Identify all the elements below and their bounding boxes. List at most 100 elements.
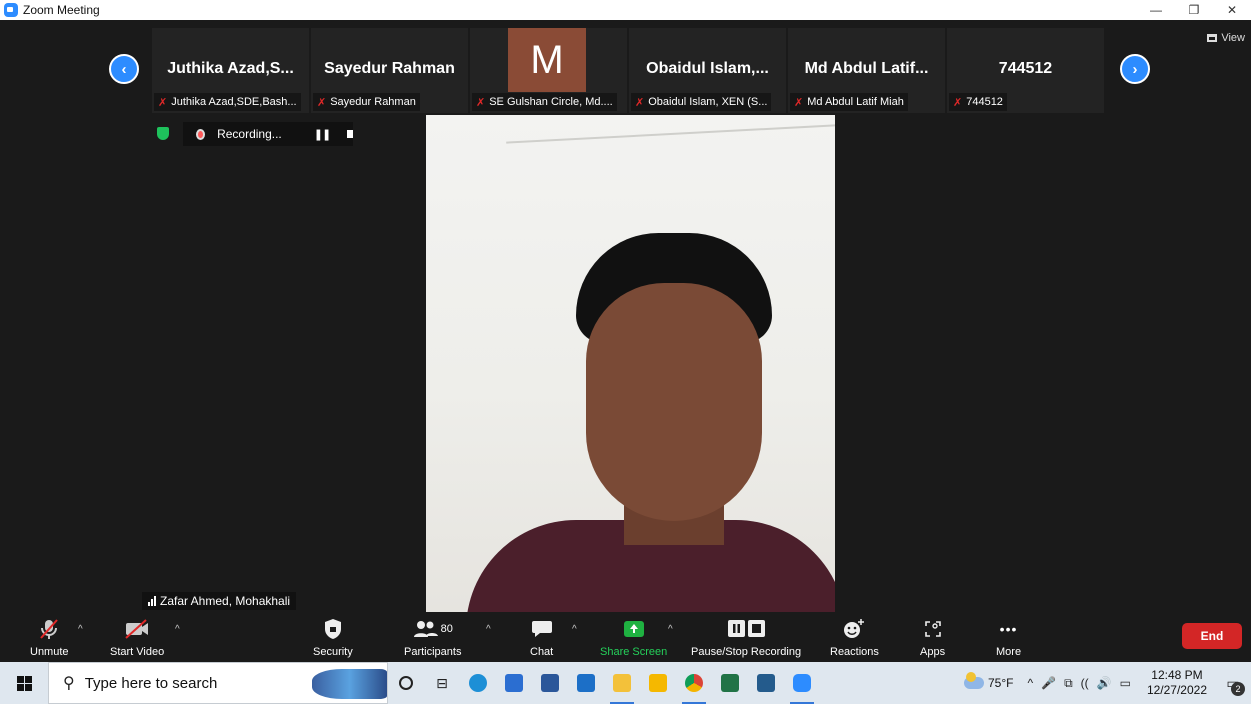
participants-options-caret[interactable]: ^ — [486, 624, 491, 635]
participant-name: Juthika Azad,S... — [167, 60, 294, 77]
mic-muted-icon: ✗ — [953, 96, 963, 109]
clock-date: 12/27/2022 — [1146, 683, 1207, 697]
unmute-button[interactable]: Unmute — [30, 616, 69, 658]
store-icon — [505, 674, 523, 692]
cortana-button[interactable] — [388, 662, 424, 704]
minimize-button[interactable]: — — [1137, 0, 1175, 20]
taskbar-app-excel[interactable] — [712, 662, 748, 704]
participant-label-text: Md Abdul Latif Miah — [807, 96, 904, 108]
signal-strength-icon — [148, 596, 156, 606]
view-button[interactable]: View — [1207, 32, 1245, 44]
speaker-name: Zafar Ahmed, Mohakhali — [160, 594, 291, 608]
taskbar-app-store[interactable] — [496, 662, 532, 704]
pause-recording-button[interactable]: ❚❚ — [314, 128, 331, 141]
apps-button[interactable]: Apps — [920, 616, 945, 658]
participant-thumbnail[interactable]: Sayedur Rahman ✗ Sayedur Rahman — [311, 28, 468, 113]
participants-icon: 80 — [413, 616, 453, 642]
participant-thumbnail[interactable]: Md Abdul Latif... ✗ Md Abdul Latif Miah — [788, 28, 945, 113]
video-options-caret[interactable]: ^ — [175, 624, 180, 635]
search-highlight-image — [312, 669, 387, 699]
excel-icon — [721, 674, 739, 692]
start-button[interactable] — [0, 662, 48, 704]
view-label: View — [1221, 32, 1245, 44]
share-screen-label: Share Screen — [600, 646, 668, 658]
start-video-button[interactable]: Start Video — [110, 616, 164, 658]
taskbar-app-media[interactable] — [748, 662, 784, 704]
taskbar-app-edge[interactable] — [460, 662, 496, 704]
participant-thumbnail[interactable]: M ✗ SE Gulshan Circle, Md.... — [470, 28, 627, 113]
stop-recording-button[interactable] — [347, 130, 353, 138]
chat-label: Chat — [530, 646, 554, 658]
participant-label-text: Juthika Azad,SDE,Bash... — [171, 96, 297, 108]
zoom-icon — [793, 674, 811, 692]
show-hidden-icons-icon[interactable]: ^ — [1027, 676, 1033, 690]
previous-page-button[interactable]: ‹ — [109, 54, 139, 84]
recording-dot-icon — [196, 128, 206, 140]
reactions-label: Reactions — [830, 646, 879, 658]
chat-button[interactable]: Chat — [530, 616, 553, 658]
chrome-icon — [685, 674, 703, 692]
cortana-icon — [399, 676, 413, 690]
more-button[interactable]: ••• More — [996, 616, 1021, 658]
close-button[interactable]: ✕ — [1213, 0, 1251, 20]
weather-temperature: 75°F — [987, 676, 1014, 690]
notifications-button[interactable]: ▭ 2 — [1215, 662, 1251, 704]
chat-options-caret[interactable]: ^ — [572, 624, 577, 635]
mic-muted-icon: ✗ — [635, 96, 645, 109]
audio-options-caret[interactable]: ^ — [78, 624, 83, 635]
clock-time: 12:48 PM — [1151, 668, 1203, 682]
pause-stop-recording-button[interactable]: Pause/Stop Recording — [691, 616, 801, 658]
mic-muted-icon: ✗ — [794, 96, 804, 109]
speaker-name-label: Zafar Ahmed, Mohakhali — [142, 592, 297, 610]
participant-label: ✗ Juthika Azad,SDE,Bash... — [154, 93, 301, 111]
weather-widget[interactable]: 75°F — [963, 672, 1014, 690]
wifi-icon[interactable]: (( — [1081, 676, 1089, 690]
battery-icon[interactable]: ▭ — [1120, 676, 1131, 690]
taskbar-app-word[interactable] — [532, 662, 568, 704]
participant-thumbnail[interactable]: Obaidul Islam,... ✗ Obaidul Islam, XEN (… — [629, 28, 786, 113]
security-button[interactable]: Security — [313, 616, 353, 658]
taskbar-search-box[interactable]: ⚲ Type here to search — [48, 662, 388, 704]
reactions-button[interactable]: Reactions — [830, 616, 879, 658]
system-tray: 75°F ^ 🎤 ⧉ (( 🔊 ▭ 12:48 PM 12/27/2022 ▭ … — [963, 662, 1251, 704]
taskbar-clock[interactable]: 12:48 PM 12/27/2022 — [1147, 668, 1207, 698]
mic-muted-icon: ✗ — [476, 96, 486, 109]
volume-icon[interactable]: 🔊 — [1097, 676, 1112, 690]
search-placeholder: Type here to search — [84, 674, 218, 692]
taskbar-app-mail[interactable] — [568, 662, 604, 704]
active-speaker-video — [426, 115, 835, 612]
avatar: M — [508, 28, 586, 92]
share-screen-button[interactable]: Share Screen — [600, 616, 667, 658]
participant-label-text: 744512 — [966, 96, 1003, 108]
restore-button[interactable]: ❐ — [1175, 0, 1213, 20]
participant-thumbnail[interactable]: Juthika Azad,S... ✗ Juthika Azad,SDE,Bas… — [152, 28, 309, 113]
share-options-caret[interactable]: ^ — [668, 624, 673, 635]
taskbar-app-chrome[interactable] — [676, 662, 712, 704]
share-screen-icon — [623, 616, 645, 642]
participant-label-text: SE Gulshan Circle, Md.... — [489, 96, 613, 108]
participant-label: ✗ Obaidul Islam, XEN (S... — [631, 93, 772, 111]
apps-icon — [924, 616, 942, 642]
encryption-shield-icon[interactable] — [157, 127, 169, 140]
taskbar-app-sticky[interactable] — [640, 662, 676, 704]
taskbar-app-zoom[interactable] — [784, 662, 820, 704]
microphone-icon[interactable]: 🎤 — [1041, 676, 1056, 690]
participant-label: ✗ 744512 — [949, 93, 1007, 111]
more-label: More — [996, 646, 1022, 658]
pause-stop-icon — [726, 616, 766, 642]
grid-view-icon — [1207, 34, 1218, 42]
participants-button[interactable]: 80 Participants — [404, 616, 461, 658]
ceiling-line — [506, 124, 835, 144]
participant-thumbnail[interactable]: 744512 ✗ 744512 — [947, 28, 1104, 113]
mic-muted-icon: ✗ — [317, 96, 327, 109]
next-page-button[interactable]: › — [1120, 54, 1150, 84]
taskbar-app-explorer[interactable] — [604, 662, 640, 704]
windows-taskbar: ⚲ Type here to search ⊟ 75°F ^ 🎤 ⧉ (( 🔊 … — [0, 662, 1251, 704]
more-dots-icon: ••• — [999, 621, 1018, 637]
task-view-button[interactable]: ⊟ — [424, 662, 460, 704]
meet-now-icon[interactable]: ⧉ — [1064, 676, 1073, 691]
chat-bubble-icon — [531, 616, 553, 642]
sticky-notes-icon — [649, 674, 667, 692]
end-meeting-button[interactable]: End — [1182, 623, 1242, 649]
windows-logo-icon — [16, 675, 32, 691]
